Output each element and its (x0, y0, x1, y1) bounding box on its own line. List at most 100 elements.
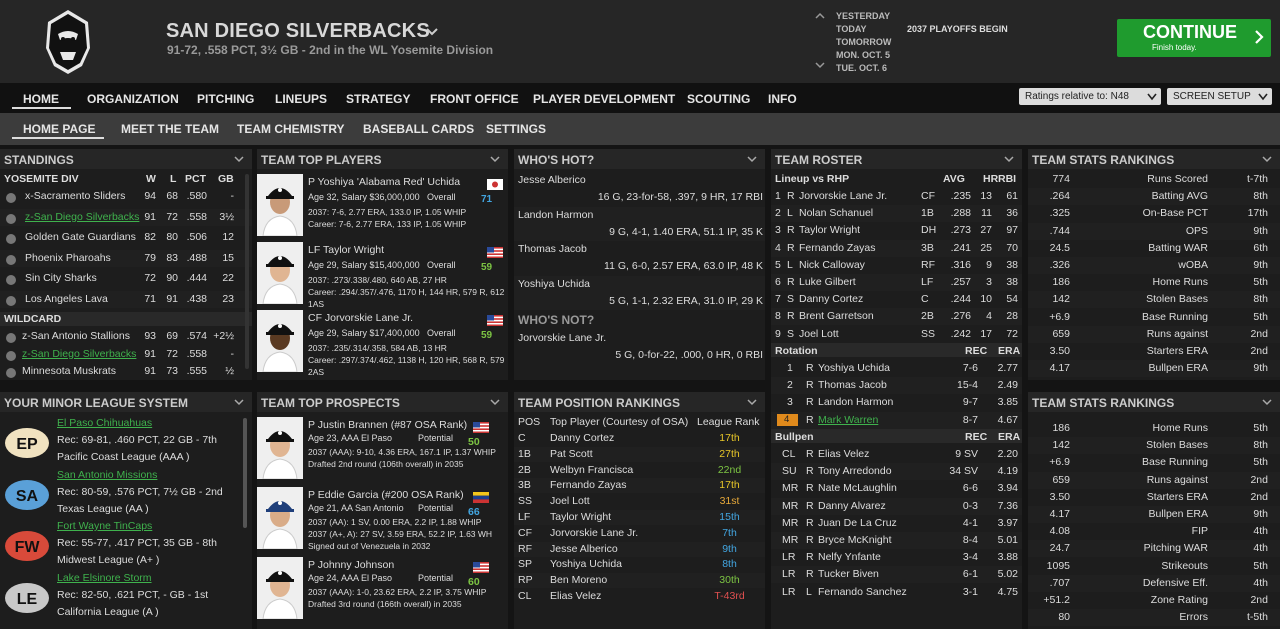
calendar-today[interactable]: TODAY (836, 24, 867, 34)
chevron-down-icon[interactable] (490, 154, 500, 164)
lineup-player[interactable]: Luke Gilbert (799, 276, 856, 288)
chevron-down-icon[interactable] (425, 25, 439, 39)
bullpen-player[interactable]: Nate McLaughlin (818, 482, 897, 494)
calendar-day[interactable]: MON. OCT. 5 (836, 50, 890, 60)
standings-l: 90 (166, 272, 178, 284)
prospect-name[interactable]: P Justin Brannen (#87 OSA Rank) (308, 419, 467, 431)
lineup-player[interactable]: Nick Calloway (799, 259, 865, 271)
hot-player-name[interactable]: Jesse Alberico (518, 174, 586, 186)
minor-team-name[interactable]: Fort Wayne TinCaps (57, 520, 152, 532)
minor-team-name[interactable]: San Antonio Missions (57, 469, 157, 481)
chevron-down-icon[interactable] (490, 397, 500, 407)
minor-team-name[interactable]: Lake Elsinore Storm (57, 572, 152, 584)
pos-player[interactable]: Danny Cortez (550, 432, 614, 444)
hot-player-name[interactable]: Yoshiya Uchida (518, 278, 590, 290)
wildcard-team-name[interactable]: z-San Diego Silverbacks (22, 348, 136, 360)
player-name[interactable]: LF Taylor Wright (308, 244, 384, 256)
nav-player-development[interactable]: PLAYER DEVELOPMENT (533, 92, 675, 106)
chevron-down-icon[interactable] (234, 154, 244, 164)
hot-player-name[interactable]: Landon Harmon (518, 209, 593, 221)
pos-player[interactable]: Jesse Alberico (550, 543, 618, 555)
bullpen-player[interactable]: Fernando Sanchez (818, 586, 907, 598)
pos-player[interactable]: Yoshiya Uchida (550, 558, 622, 570)
stat-name: Stolen Bases (1146, 293, 1208, 306)
team-name[interactable]: SAN DIEGO SILVERBACKS (166, 20, 430, 43)
wildcard-team-name[interactable]: z-San Antonio Stallions (22, 330, 130, 342)
bullpen-player[interactable]: Juan De La Cruz (818, 517, 897, 529)
chevron-up-icon[interactable] (815, 12, 825, 19)
nav-pitching[interactable]: PITCHING (197, 92, 254, 106)
subnav-home-page[interactable]: HOME PAGE (23, 122, 95, 136)
pos-player[interactable]: Elias Velez (550, 590, 601, 602)
pos-league-rank: 27th (719, 447, 740, 460)
lineup-player[interactable]: Danny Cortez (799, 293, 863, 305)
pos-player[interactable]: Taylor Wright (550, 511, 611, 523)
prospect-name[interactable]: P Johnny Johnson (308, 559, 394, 571)
player-name[interactable]: CF Jorvorskie Lane Jr. (308, 312, 413, 324)
calendar-tomorrow[interactable]: TOMORROW (836, 37, 891, 47)
rotation-player[interactable]: Mark Warren (818, 414, 878, 426)
chevron-down-icon[interactable] (1262, 397, 1272, 407)
hot-player-stats: 9 G, 4-1, 1.40 ERA, 51.1 IP, 35 K (609, 225, 763, 238)
nav-organization[interactable]: ORGANIZATION (87, 92, 179, 106)
nav-strategy[interactable]: STRATEGY (346, 92, 410, 106)
prospect-name[interactable]: P Eddie Garcia (#200 OSA Rank) (308, 489, 464, 501)
bullpen-player[interactable]: Tony Arredondo (818, 465, 892, 477)
ratings-select[interactable]: Ratings relative to: N48 (1019, 88, 1161, 105)
lineup-player[interactable]: Jorvorskie Lane Jr. (799, 190, 887, 202)
calendar-day[interactable]: TUE. OCT. 6 (836, 63, 887, 73)
lineup-player[interactable]: Nolan Schanuel (799, 207, 873, 219)
subnav-meet-the-team[interactable]: MEET THE TEAM (121, 122, 219, 136)
rotation-player[interactable]: Thomas Jacob (818, 379, 887, 391)
minor-team-name[interactable]: El Paso Chihuahuas (57, 417, 152, 429)
bullpen-header: Bullpen (775, 431, 814, 443)
bullpen-player[interactable]: Nelfy Ynfante (818, 551, 881, 563)
standings-team-name[interactable]: x-Sacramento Sliders (25, 190, 125, 202)
standings-team-name[interactable]: Los Angeles Lava (25, 293, 108, 305)
player-name[interactable]: P Yoshiya 'Alabama Red' Uchida (308, 176, 460, 188)
pos-player[interactable]: Joel Lott (550, 495, 590, 507)
nav-home[interactable]: HOME (23, 92, 59, 106)
pos-player[interactable]: Fernando Zayas (550, 479, 626, 491)
lineup-player[interactable]: Joel Lott (799, 328, 839, 340)
chevron-down-icon[interactable] (1004, 154, 1014, 164)
screen-setup-select[interactable]: SCREEN SETUP (1167, 88, 1272, 105)
chevron-down-icon[interactable] (234, 397, 244, 407)
bullpen-player[interactable]: Tucker Biven (818, 568, 879, 580)
chevron-down-icon[interactable] (1262, 154, 1272, 164)
rotation-player[interactable]: Landon Harmon (818, 396, 893, 408)
nav-info[interactable]: INFO (768, 92, 797, 106)
pos-player[interactable]: Ben Moreno (550, 574, 607, 586)
nav-lineups[interactable]: LINEUPS (275, 92, 327, 106)
subnav-team-chemistry[interactable]: TEAM CHEMISTRY (237, 122, 345, 136)
standings-w: 72 (144, 272, 156, 284)
bullpen-player[interactable]: Danny Alvarez (818, 500, 886, 512)
bullpen-role: LR (782, 585, 796, 598)
pos-player[interactable]: Pat Scott (550, 448, 593, 460)
rotation-player[interactable]: Yoshiya Uchida (818, 362, 890, 374)
calendar-yesterday[interactable]: YESTERDAY (836, 11, 890, 21)
hot-player-name[interactable]: Thomas Jacob (518, 243, 587, 255)
standings-team-name[interactable]: Golden Gate Guardians (25, 231, 136, 243)
chevron-down-icon[interactable] (747, 154, 757, 164)
standings-team-name[interactable]: Sin City Sharks (25, 272, 97, 284)
chevron-down-icon[interactable] (815, 62, 825, 69)
lineup-player[interactable]: Taylor Wright (799, 224, 860, 236)
bullpen-player[interactable]: Bryce McKnight (818, 534, 892, 546)
nav-scouting[interactable]: SCOUTING (687, 92, 750, 106)
pos-player[interactable]: Jorvorskie Lane Jr. (550, 527, 638, 539)
lineup-player[interactable]: Fernando Zayas (799, 242, 875, 254)
chevron-down-icon[interactable] (747, 397, 757, 407)
bullpen-player[interactable]: Elias Velez (818, 448, 869, 460)
not-player-name[interactable]: Jorvorskie Lane Jr. (518, 332, 606, 344)
lineup-order: 2 (775, 207, 781, 220)
standings-team-name[interactable]: Phoenix Pharoahs (25, 252, 111, 264)
nav-front-office[interactable]: FRONT OFFICE (430, 92, 519, 106)
subnav-baseball-cards[interactable]: BASEBALL CARDS (363, 122, 474, 136)
wildcard-team-name[interactable]: Minnesota Muskrats (22, 365, 116, 377)
standings-team-name[interactable]: z-San Diego Silverbacks (25, 211, 139, 223)
pos-player[interactable]: Welbyn Francisca (550, 464, 633, 476)
lineup-player[interactable]: Brent Garretson (799, 310, 874, 322)
subnav-settings[interactable]: SETTINGS (486, 122, 546, 136)
continue-button[interactable]: CONTINUE Finish today. (1117, 19, 1271, 57)
